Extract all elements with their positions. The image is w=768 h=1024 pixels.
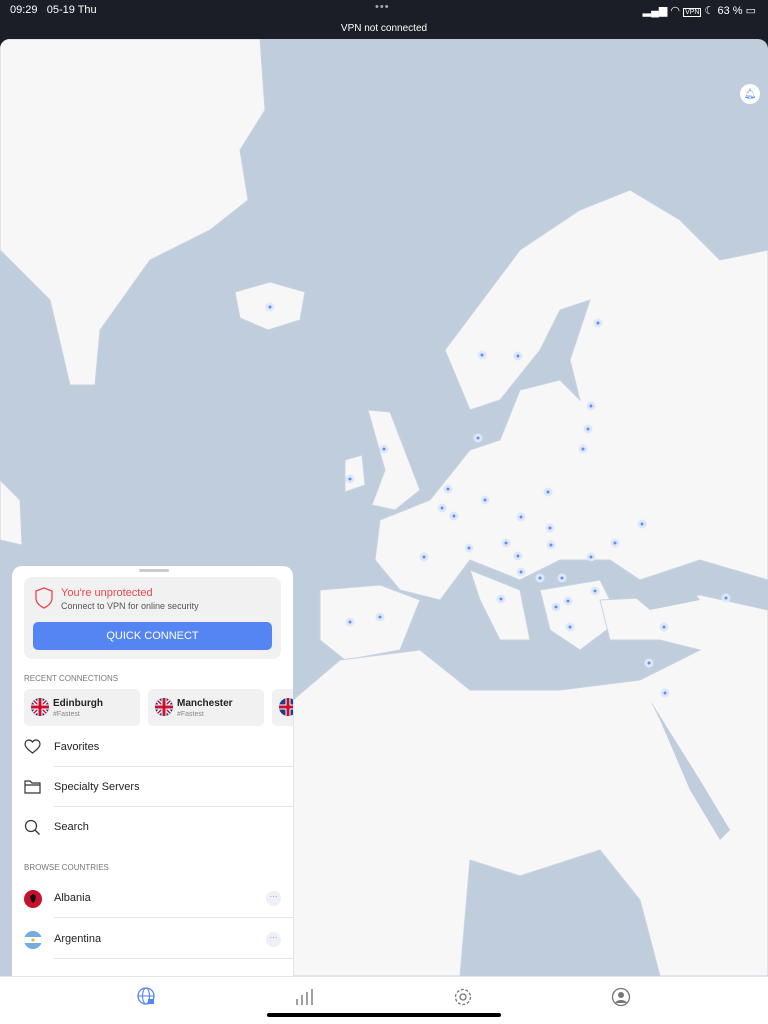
more-options-button[interactable]: ···	[266, 891, 281, 906]
menu-search[interactable]: Search	[12, 807, 293, 847]
browse-countries-header: BROWSE COUNTRIES	[24, 863, 109, 872]
bell-icon: 🔔︎	[743, 88, 757, 100]
more-options-button[interactable]: ···	[266, 932, 281, 947]
gear-icon[interactable]	[451, 985, 475, 1009]
connection-panel: You're unprotected Connect to VPN for on…	[12, 566, 293, 976]
albania-flag-icon	[24, 890, 42, 908]
uk-flag-icon	[31, 698, 49, 716]
uk-flag-icon	[155, 698, 173, 716]
status-subtitle: Connect to VPN for online security	[61, 601, 199, 611]
country-albania[interactable]: Albania ···	[12, 878, 293, 918]
vpn-status: VPN not connected	[340, 23, 428, 34]
profile-icon[interactable]	[609, 985, 633, 1009]
status-bar: 09:29 05-19 Thu ••• ▂▄▆ ◠ VPN ☾ 63 % ▭ V…	[0, 0, 768, 40]
recent-more[interactable]	[272, 689, 293, 726]
globe-lock-icon[interactable]	[135, 985, 159, 1009]
status-title: You're unprotected	[61, 587, 153, 599]
multitask-dots[interactable]: •••	[375, 1, 390, 13]
heart-icon	[24, 739, 41, 754]
uk-flag-icon	[279, 698, 293, 716]
folder-icon	[24, 780, 41, 794]
menu-favorites[interactable]: Favorites	[12, 727, 293, 767]
recent-manchester[interactable]: Manchester #Fastest	[148, 689, 264, 726]
argentina-flag-icon	[24, 931, 42, 949]
search-icon	[24, 819, 40, 835]
bars-icon[interactable]	[293, 985, 317, 1009]
home-indicator[interactable]	[267, 1013, 501, 1017]
protection-status-card: You're unprotected Connect to VPN for on…	[24, 577, 281, 659]
quick-connect-button[interactable]: QUICK CONNECT	[33, 622, 272, 650]
recent-connections: Edinburgh #Fastest Manchester #Fastest	[24, 689, 293, 726]
country-argentina[interactable]: Argentina ···	[12, 919, 293, 959]
recent-connections-header: RECENT CONNECTIONS	[24, 674, 119, 683]
recent-edinburgh[interactable]: Edinburgh #Fastest	[24, 689, 140, 726]
shield-icon	[35, 587, 53, 609]
status-indicators: ▂▄▆ ◠ VPN ☾ 63 % ▭	[642, 5, 756, 17]
menu-specialty-servers[interactable]: Specialty Servers	[12, 767, 293, 807]
notifications-button[interactable]: 🔔︎	[740, 84, 760, 104]
clock: 09:29 05-19 Thu	[10, 4, 97, 16]
drag-handle[interactable]	[139, 569, 169, 572]
